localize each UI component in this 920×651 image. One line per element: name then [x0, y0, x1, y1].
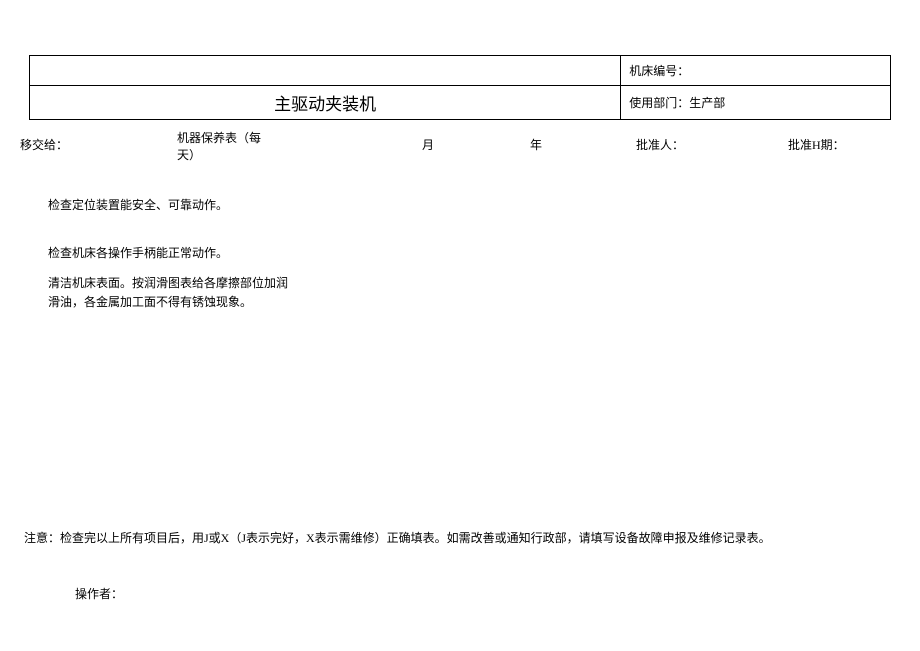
checks-section: 检查定位装置能安全、可靠动作。 检查机床各操作手柄能正常动作。 清洁机床表面。按… [48, 196, 288, 342]
check-item-2: 检查机床各操作手柄能正常动作。 [48, 244, 288, 262]
month-label: 月 [422, 136, 434, 153]
handover-label: 移交给： [20, 136, 68, 153]
department-value: 生产部 [689, 96, 725, 110]
machine-number-cell: 机床编号： [621, 56, 891, 86]
department-cell: 使用部门：生产部 [621, 86, 891, 120]
form-title-line1: 机器保养表（每 [177, 130, 261, 147]
approval-date-label: 批准H期： [788, 136, 845, 153]
note-text: 注意：检查完以上所有项目后，用J或X（J表示完好，X表示需维修）正确填表。如需改… [24, 529, 771, 546]
check-item-3: 清洁机床表面。按润滑图表给各摩擦部位加润 滑油，各金属加工面不得有锈蚀现象。 [48, 274, 288, 312]
header-blank-cell [30, 56, 621, 86]
page-title: 主驱动夹装机 [274, 95, 376, 114]
machine-number-label: 机床编号： [629, 64, 689, 78]
department-label: 使用部门： [629, 96, 689, 110]
form-title: 机器保养表（每 天） [177, 130, 297, 164]
form-title-line2: 天） [177, 147, 201, 164]
check-item-3-line1: 清洁机床表面。按润滑图表给各摩擦部位加润 [48, 276, 288, 290]
check-item-3-line2: 滑油，各金属加工面不得有锈蚀现象。 [48, 295, 252, 309]
page-title-cell: 主驱动夹装机 [30, 86, 621, 120]
operator-label: 操作者： [75, 585, 123, 602]
approver-label: 批准人： [636, 136, 684, 153]
check-item-1: 检查定位装置能安全、可靠动作。 [48, 196, 288, 214]
header-table: 机床编号： 主驱动夹装机 使用部门：生产部 [29, 55, 891, 120]
year-label: 年 [530, 136, 542, 153]
